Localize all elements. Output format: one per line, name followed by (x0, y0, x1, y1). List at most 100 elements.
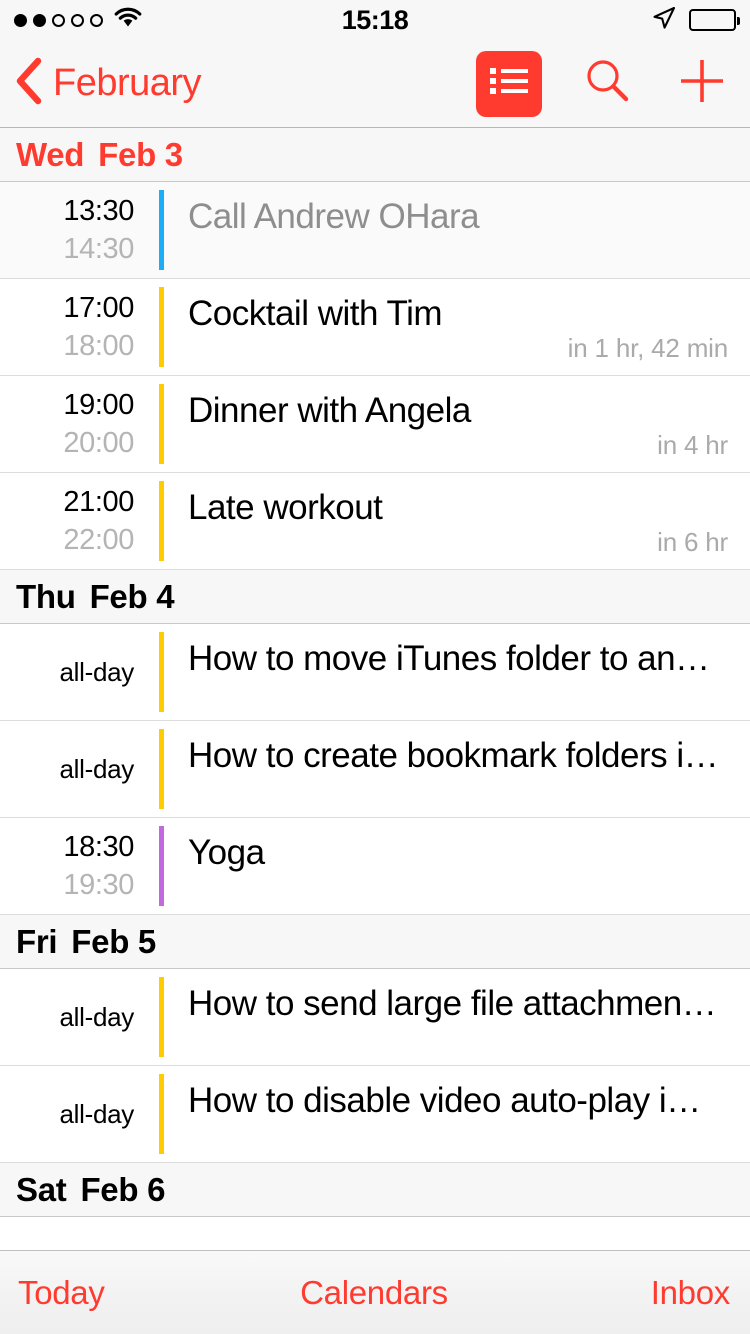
event-relative-time: in 6 hr (657, 527, 728, 557)
event-title: Call Andrew OHara (188, 197, 480, 236)
day-header-date: Feb 4 (89, 577, 175, 615)
day-header-date: Feb 6 (80, 1170, 166, 1208)
event-relative-time: in 1 hr, 42 min (567, 333, 729, 363)
event-body: How to disable video auto-play i… (172, 1066, 750, 1162)
event-body: Late workout in 6 hr (172, 473, 750, 569)
event-end-time: 22:00 (63, 524, 134, 556)
status-bar-right (651, 0, 740, 40)
event-color-bar-wrapper (150, 473, 172, 569)
day-header-date: Feb 3 (98, 135, 183, 173)
status-bar-clock: 15:18 (341, 5, 409, 35)
day-header: Thu Feb 4 (0, 569, 750, 624)
event-body: How to move iTunes folder to an… (172, 624, 750, 720)
event-body: Cocktail with Tim in 1 hr, 42 min (172, 279, 750, 375)
event-time-column: 13:30 14:30 (0, 182, 150, 278)
event-end-time: 14:30 (63, 233, 134, 265)
event-title: How to move iTunes folder to an… (188, 639, 710, 678)
event-allday-label: all-day (59, 1099, 135, 1129)
day-header-weekday: Fri (16, 922, 58, 960)
event-color-bar-wrapper (150, 182, 172, 278)
search-icon (582, 55, 634, 112)
event-row[interactable]: all-day How to disable video auto-play i… (0, 1066, 750, 1163)
event-title: Yoga (188, 833, 265, 872)
event-calendar-color-bar (158, 826, 164, 906)
day-header-weekday: Wed (16, 135, 85, 173)
event-time-column: all-day (0, 624, 150, 720)
event-color-bar-wrapper (150, 1066, 172, 1162)
event-body: How to create bookmark folders i… (172, 721, 750, 817)
event-calendar-color-bar (158, 729, 164, 809)
event-end-time: 19:30 (63, 869, 134, 901)
event-time-column: 21:00 22:00 (0, 473, 150, 569)
event-calendar-color-bar (158, 287, 164, 367)
back-button[interactable]: February (14, 56, 202, 111)
event-row[interactable]: all-day How to move iTunes folder to an… (0, 624, 750, 721)
day-header: Sat Feb 6 (0, 1162, 750, 1217)
event-relative-time: in 4 hr (657, 430, 728, 460)
event-title: Cocktail with Tim (188, 294, 443, 333)
tab-inbox[interactable]: Inbox (493, 1274, 750, 1312)
battery-icon (689, 9, 740, 31)
day-header: Fri Feb 5 (0, 914, 750, 969)
event-start-time: 17:00 (63, 292, 134, 324)
list-view-button[interactable] (476, 50, 542, 117)
event-row[interactable]: all-day How to create bookmark folders i… (0, 721, 750, 818)
event-allday-label: all-day (59, 754, 135, 784)
event-row[interactable]: 17:00 18:00 Cocktail with Tim in 1 hr, 42 m… (0, 279, 750, 376)
event-calendar-color-bar (158, 977, 164, 1057)
event-color-bar-wrapper (150, 376, 172, 472)
event-color-bar-wrapper (150, 279, 172, 375)
event-start-time: 19:00 (63, 389, 134, 421)
event-title: Late workout (188, 488, 383, 527)
event-allday-label: all-day (59, 1002, 135, 1032)
event-end-time: 18:00 (63, 330, 134, 362)
calendar-app-screen: 15:18 February Wed Feb 3 13:30 14:30 Cal… (0, 0, 750, 1334)
event-time-column: all-day (0, 969, 150, 1065)
event-title: How to disable video auto-play i… (188, 1081, 701, 1120)
plus-icon (675, 54, 729, 113)
event-color-bar-wrapper (150, 969, 172, 1065)
search-button[interactable] (580, 56, 636, 112)
navigation-bar: February (0, 40, 750, 128)
tab-today[interactable]: Today (0, 1274, 255, 1312)
event-body: Call Andrew OHara (172, 182, 750, 278)
event-row[interactable]: 13:30 14:30 Call Andrew OHara (0, 182, 750, 279)
event-body: Dinner with Angela in 4 hr (172, 376, 750, 472)
add-event-button[interactable] (674, 56, 730, 112)
event-title: Dinner with Angela (188, 391, 471, 430)
event-calendar-color-bar (158, 1074, 164, 1154)
day-header-date: Feb 5 (71, 922, 156, 960)
location-arrow-icon (651, 5, 677, 36)
back-button-label: February (53, 62, 202, 104)
event-end-time: 20:00 (63, 427, 134, 459)
event-calendar-color-bar (158, 481, 164, 561)
day-header-weekday: Sat (16, 1170, 67, 1208)
chevron-left-icon (14, 56, 44, 111)
event-row[interactable]: all-day How to send large file attachmen… (0, 969, 750, 1066)
event-start-time: 21:00 (63, 486, 134, 518)
event-color-bar-wrapper (150, 818, 172, 914)
event-time-column: all-day (0, 721, 150, 817)
event-body: How to send large file attachmen… (172, 969, 750, 1065)
tab-bar: Today Calendars Inbox (0, 1250, 750, 1334)
navigation-actions (476, 50, 730, 117)
day-header-weekday: Thu (16, 577, 76, 615)
event-title: How to send large file attachmen… (188, 984, 717, 1023)
day-header: Wed Feb 3 (0, 128, 750, 182)
event-time-column: 19:00 20:00 (0, 376, 150, 472)
event-row[interactable]: 19:00 20:00 Dinner with Angela in 4 hr (0, 376, 750, 473)
event-calendar-color-bar (158, 384, 164, 464)
event-allday-label: all-day (59, 657, 135, 687)
event-color-bar-wrapper (150, 624, 172, 720)
event-start-time: 13:30 (63, 195, 134, 227)
event-title: How to create bookmark folders i… (188, 736, 719, 775)
event-time-column: 18:30 19:30 (0, 818, 150, 914)
event-list[interactable]: Wed Feb 3 13:30 14:30 Call Andrew OHara 17:00… (0, 128, 750, 1250)
status-bar: 15:18 (0, 0, 750, 40)
event-row[interactable]: 18:30 19:30 Yoga (0, 818, 750, 915)
tab-calendars[interactable]: Calendars (255, 1274, 492, 1312)
event-body: Yoga (172, 818, 750, 914)
event-calendar-color-bar (158, 190, 164, 270)
list-view-icon (488, 64, 530, 103)
event-row[interactable]: 21:00 22:00 Late workout in 6 hr (0, 473, 750, 570)
